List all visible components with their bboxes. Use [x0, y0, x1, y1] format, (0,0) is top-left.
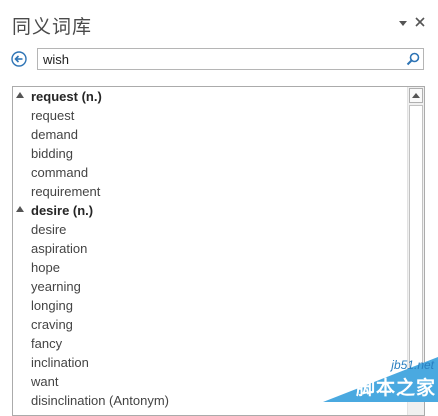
back-button[interactable] — [11, 51, 27, 67]
synonym-item[interactable]: inclination — [13, 353, 406, 372]
group-heading-label: desire (n.) — [31, 203, 94, 218]
synonym-item[interactable]: longing — [13, 296, 406, 315]
group-heading[interactable]: request (n.) — [13, 87, 406, 106]
pane-close-button[interactable] — [413, 15, 427, 29]
group-heading-label: request (n.) — [31, 89, 102, 104]
pane-title: 同义词库 — [12, 16, 93, 38]
collapse-triangle-icon[interactable] — [16, 206, 24, 212]
search-box — [37, 48, 424, 70]
close-icon — [415, 17, 425, 27]
back-arrow-icon — [11, 51, 27, 67]
synonym-item[interactable]: request — [13, 106, 406, 125]
search-button[interactable] — [406, 52, 420, 66]
scrollbar[interactable] — [407, 87, 424, 415]
synonym-item[interactable]: aspiration — [13, 239, 406, 258]
synonym-item[interactable]: disinclination (Antonym) — [13, 391, 406, 410]
synonym-item[interactable]: command — [13, 163, 406, 182]
search-input[interactable] — [38, 49, 403, 69]
collapse-triangle-icon[interactable] — [16, 92, 24, 98]
synonym-item[interactable]: requirement — [13, 182, 406, 201]
synonym-item[interactable]: fancy — [13, 334, 406, 353]
chevron-down-icon — [399, 21, 407, 26]
group-heading[interactable]: desire (n.) — [13, 201, 406, 220]
magnifier-icon — [406, 52, 420, 66]
synonym-item[interactable]: desire — [13, 220, 406, 239]
synonym-item[interactable]: hope — [13, 258, 406, 277]
synonym-item[interactable]: craving — [13, 315, 406, 334]
synonym-item[interactable]: bidding — [13, 144, 406, 163]
synonym-list: request (n.) request demand bidding command r… — [13, 87, 406, 410]
scroll-thumb[interactable] — [409, 105, 423, 385]
pane-options-button[interactable] — [397, 17, 409, 29]
results-list: request (n.) request demand bidding command r… — [12, 86, 425, 416]
synonym-item[interactable]: want — [13, 372, 406, 391]
scroll-up-button[interactable] — [409, 88, 423, 103]
synonym-item[interactable]: yearning — [13, 277, 406, 296]
synonym-item[interactable]: demand — [13, 125, 406, 144]
chevron-up-icon — [412, 93, 420, 98]
